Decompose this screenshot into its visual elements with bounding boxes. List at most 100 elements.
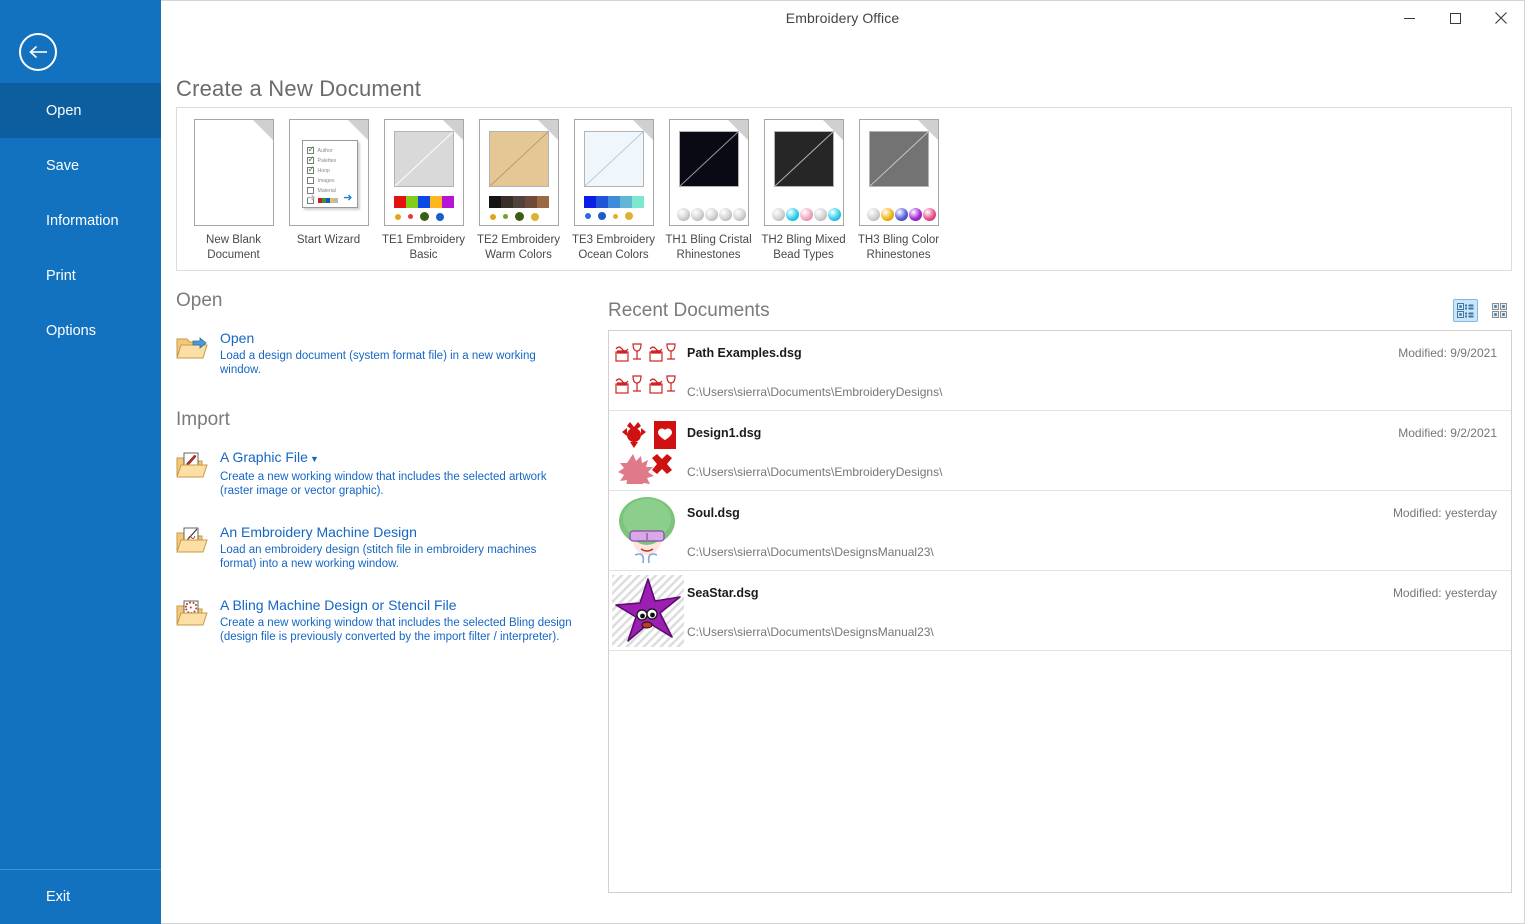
sidebar-item-print[interactable]: Print <box>0 248 161 303</box>
template-label: TH2 Bling Mixed Bead Types <box>761 234 846 261</box>
fabric-preview <box>773 131 834 187</box>
template-thumbnail: ✓ Author ✓ Palettes ✓ Hoop Images Material … <box>288 119 369 226</box>
template-gallery: New Blank Document ✓ Author ✓ Palettes ✓ Ho… <box>176 107 1512 271</box>
title-bar: Embroidery Office <box>161 0 1525 34</box>
recent-document-modified: Modified: yesterday <box>1392 586 1497 600</box>
recent-document-path: C:\Users\sierra\Documents\EmbroideryDesi… <box>687 385 943 399</box>
sidebar-item-label: Print <box>46 267 76 284</box>
template-th1-bling-cristal-rhinestones[interactable]: TH1 Bling Cristal Rhinestones <box>661 115 756 262</box>
open-folder-icon <box>176 330 220 377</box>
rhinestone-row <box>676 208 747 221</box>
recent-document-modified: Modified: yesterday <box>1392 506 1497 520</box>
color-swatch-row <box>583 196 644 208</box>
template-start-wizard[interactable]: ✓ Author ✓ Palettes ✓ Hoop Images Material … <box>281 115 376 248</box>
sidebar-item-list: Open Save Information Print Options <box>0 83 161 358</box>
open-import-column: Open Open Load a design document (system… <box>176 290 596 670</box>
page-dogear-icon <box>251 120 273 141</box>
create-new-document-heading: Create a New Document <box>176 76 422 101</box>
sidebar-item-information[interactable]: Information <box>0 193 161 248</box>
fabric-preview <box>678 131 739 187</box>
backstage-window: Open Save Information Print Options Exit… <box>0 0 1525 924</box>
template-new-blank-document[interactable]: New Blank Document <box>186 115 281 262</box>
design1-thumb <box>609 411 687 490</box>
recent-document-row[interactable]: Path Examples.dsg C:\Users\sierra\Docume… <box>609 331 1511 411</box>
import-bling-design-description: Create a new working window that include… <box>220 617 572 643</box>
open-command-title[interactable]: Open <box>220 330 596 347</box>
sidebar-item-exit[interactable]: Exit <box>0 869 161 924</box>
import-embroidery-design-command[interactable]: An Embroidery Machine Design Load an emb… <box>176 524 596 571</box>
wizard-back-arrow-icon: ➜ <box>306 192 316 204</box>
template-thumbnail <box>763 119 844 226</box>
sidebar-item-save[interactable]: Save <box>0 138 161 193</box>
thread-dot-row <box>584 212 640 220</box>
fabric-preview <box>583 131 644 187</box>
wizard-row-label: Author <box>317 147 333 154</box>
recent-document-row[interactable]: Design1.dsg C:\Users\sierra\Documents\Em… <box>609 411 1511 491</box>
template-thumbnail <box>193 119 274 226</box>
import-graphic-file-title[interactable]: A Graphic File ▼ <box>220 449 596 468</box>
recent-document-name: SeaStar.dsg <box>687 586 759 600</box>
rhinestone-row <box>771 208 842 221</box>
fabric-preview <box>488 131 549 187</box>
import-embroidery-design-title[interactable]: An Embroidery Machine Design <box>220 524 596 541</box>
import-bling-design-title[interactable]: A Bling Machine Design or Stencil File <box>220 597 596 614</box>
template-label: TE2 Embroidery Warm Colors <box>476 234 561 261</box>
window-title: Embroidery Office <box>785 10 900 26</box>
template-te3-embroidery-ocean-colors[interactable]: TE3 Embroidery Ocean Colors <box>566 115 661 262</box>
seastar-thumb <box>609 571 687 650</box>
import-graphic-file-label: A Graphic File <box>220 449 308 465</box>
recent-document-path: C:\Users\sierra\Documents\DesignsManual2… <box>687 625 934 639</box>
recent-document-name: Path Examples.dsg <box>687 346 802 360</box>
import-graphic-file-description: Create a new working window that include… <box>220 471 547 497</box>
backstage-content: Create a New Document New Blank Document… <box>161 34 1525 924</box>
template-label: TE3 Embroidery Ocean Colors <box>571 234 656 261</box>
template-label: Start Wizard <box>296 234 361 246</box>
back-arrow-icon[interactable] <box>19 33 57 71</box>
recent-document-name: Design1.dsg <box>687 426 762 440</box>
template-te1-embroidery-basic[interactable]: TE1 Embroidery Basic <box>376 115 471 262</box>
graphic-file-folder-icon <box>176 449 220 498</box>
import-graphic-file-command[interactable]: A Graphic File ▼ Create a new working win… <box>176 449 596 498</box>
sidebar-item-label: Information <box>46 212 119 229</box>
sidebar-item-label: Exit <box>46 889 71 905</box>
recent-document-path: C:\Users\sierra\Documents\DesignsManual2… <box>687 545 934 559</box>
import-bling-design-command[interactable]: A Bling Machine Design or Stencil File C… <box>176 597 596 644</box>
open-command[interactable]: Open Load a design document (system form… <box>176 330 596 377</box>
template-th3-bling-color-rhinestones[interactable]: TH3 Bling Color Rhinestones <box>851 115 946 262</box>
fabric-preview <box>868 131 929 187</box>
recent-document-modified: Modified: 9/2/2021 <box>1398 426 1497 440</box>
sidebar-item-options[interactable]: Options <box>0 303 161 358</box>
wizard-next-arrow-icon: ➜ <box>343 192 353 204</box>
template-label: TH1 Bling Cristal Rhinestones <box>665 234 752 261</box>
close-icon[interactable] <box>1478 1 1524 35</box>
color-swatch-row <box>488 196 549 208</box>
recent-document-modified: Modified: 9/9/2021 <box>1398 346 1497 360</box>
template-th2-bling-mixed-bead-types[interactable]: TH2 Bling Mixed Bead Types <box>756 115 851 262</box>
sidebar-item-open[interactable]: Open <box>0 83 161 138</box>
details-view-button[interactable] <box>1453 299 1478 322</box>
chevron-down-icon[interactable]: ▼ <box>310 454 319 464</box>
recent-document-name: Soul.dsg <box>687 506 740 520</box>
bling-design-folder-icon <box>176 597 220 644</box>
wizard-row-label: Palettes <box>317 157 337 164</box>
recent-document-row[interactable]: SeaStar.dsg C:\Users\sierra\Documents\De… <box>609 571 1511 651</box>
template-label: TE1 Embroidery Basic <box>381 234 466 261</box>
template-te2-embroidery-warm-colors[interactable]: TE2 Embroidery Warm Colors <box>471 115 566 262</box>
open-section-heading: Open <box>176 290 223 311</box>
template-thumbnail <box>668 119 749 226</box>
minimize-icon[interactable] <box>1386 1 1432 35</box>
recent-document-path: C:\Users\sierra\Documents\EmbroideryDesi… <box>687 465 943 479</box>
recent-document-row[interactable]: Soul.dsg C:\Users\sierra\Documents\Desig… <box>609 491 1511 571</box>
tiles-view-button[interactable] <box>1487 299 1512 322</box>
thread-dot-row <box>489 212 546 221</box>
sidebar-item-label: Options <box>46 322 96 339</box>
template-thumbnail <box>478 119 559 226</box>
recent-documents-list: Path Examples.dsg C:\Users\sierra\Docume… <box>608 330 1512 893</box>
open-command-description: Load a design document (system format fi… <box>220 350 536 376</box>
backstage-sidebar: Open Save Information Print Options Exit <box>0 0 161 924</box>
recent-documents-heading: Recent Documents <box>608 300 770 321</box>
template-label: New Blank Document <box>206 234 261 261</box>
template-label: TH3 Bling Color Rhinestones <box>857 234 940 261</box>
maximize-icon[interactable] <box>1432 1 1478 35</box>
rhinestone-row <box>866 208 937 221</box>
